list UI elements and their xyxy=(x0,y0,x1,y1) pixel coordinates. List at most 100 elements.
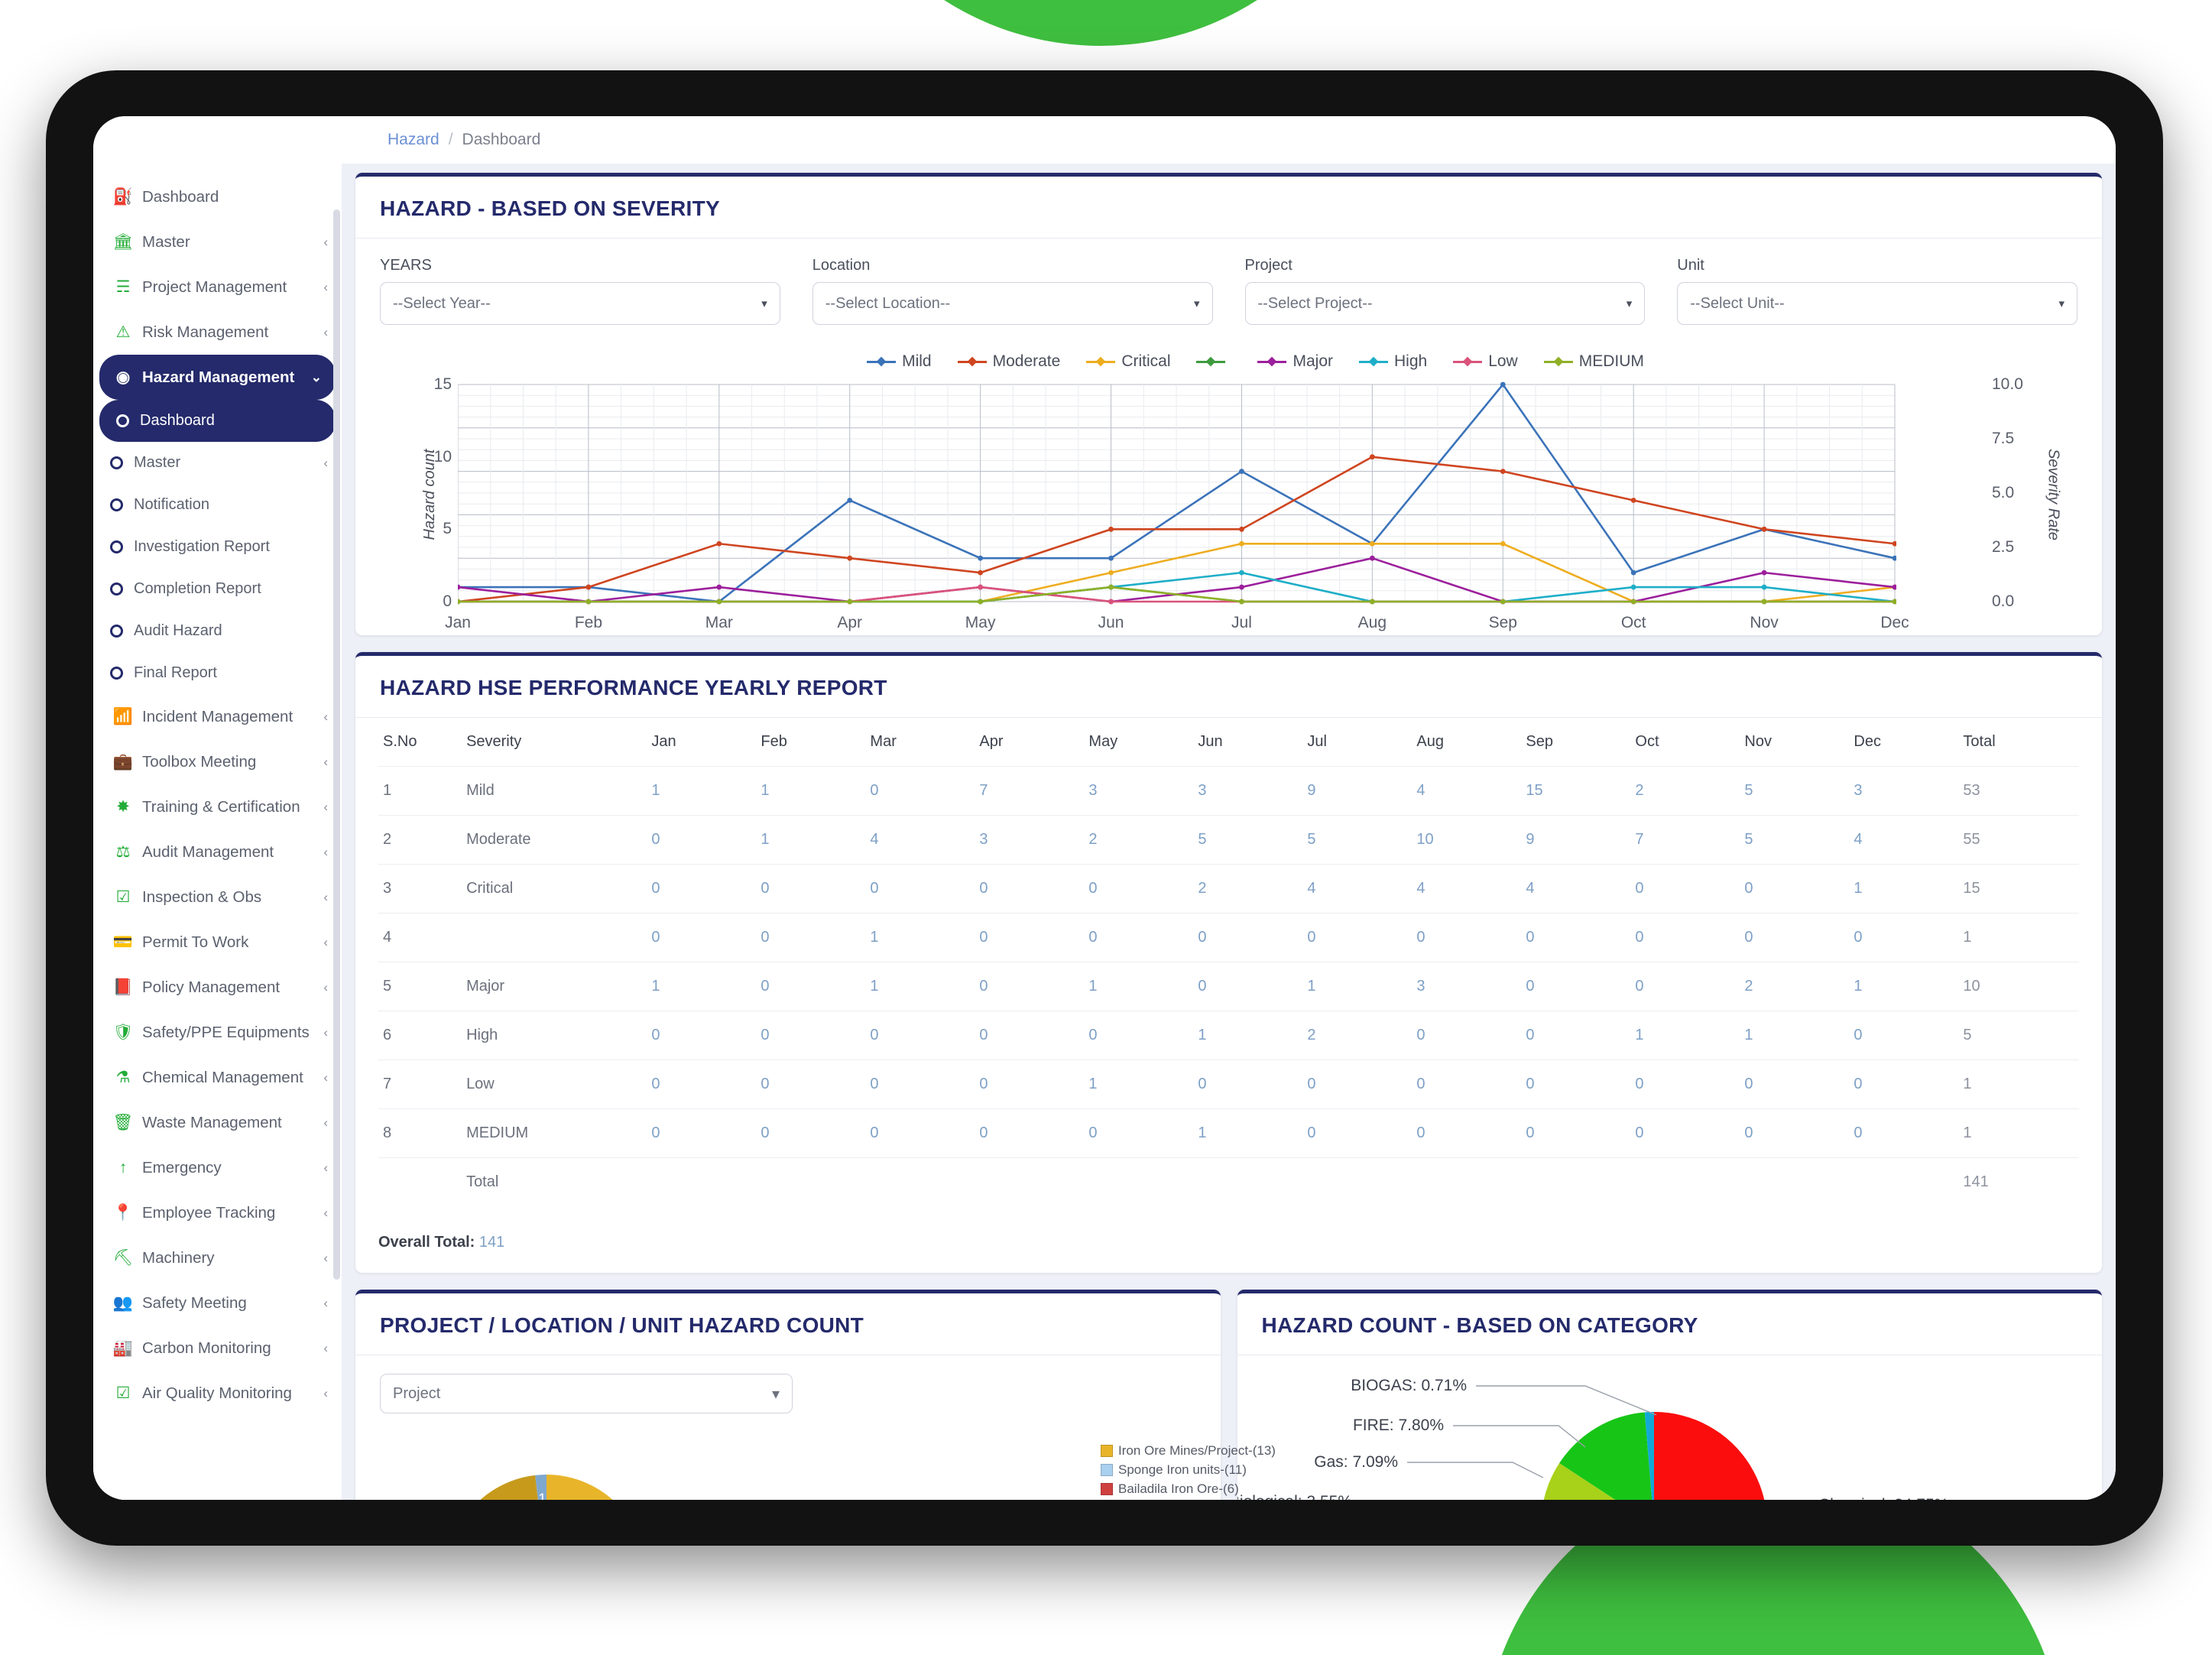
pie-slice-label: BIOGAS: 0.71% xyxy=(1351,1377,1467,1394)
sidebar-subitem-label: Final Report xyxy=(134,664,217,681)
series-point xyxy=(978,570,984,576)
legend-item-medium[interactable]: MEDIUM xyxy=(1543,352,1644,371)
sidebar-item-employee-tracking[interactable]: 📍 Employee Tracking ‹ xyxy=(93,1190,342,1235)
sidebar-item-waste-management[interactable]: 🗑 Waste Management ‹ xyxy=(93,1100,342,1145)
table-cell: 53 xyxy=(1958,766,2079,816)
sidebar-item-safety-ppe-equipments[interactable]: 🛡 Safety/PPE Equipments ‹ xyxy=(93,1010,342,1055)
series-point xyxy=(1892,555,1896,561)
table-cell: 0 xyxy=(1084,1011,1194,1060)
sidebar-subitem-label: Master xyxy=(134,454,181,471)
table-cell: 3 xyxy=(975,815,1085,865)
y-tick: 10 xyxy=(433,447,452,466)
legend-item-mild[interactable]: Mild xyxy=(867,352,932,371)
table-cell: 0 xyxy=(647,815,757,865)
legend-label: Moderate xyxy=(992,352,1061,370)
table-header-nov: Nov xyxy=(1744,733,1772,750)
sidebar-item-safety-meeting[interactable]: 👥 Safety Meeting ‹ xyxy=(93,1280,342,1326)
sidebar-item-carbon-monitoring[interactable]: 🏭 Carbon Monitoring ‹ xyxy=(93,1326,342,1371)
legend-item-major[interactable]: Major xyxy=(1257,352,1333,371)
chevron-left-icon: ‹ xyxy=(323,1069,328,1085)
sidebar-subitem-master[interactable]: Master ‹ xyxy=(93,442,342,484)
table-cell: 5 xyxy=(1958,1011,2079,1060)
sidebar-item-label: Air Quality Monitoring xyxy=(142,1384,292,1402)
unit-select[interactable]: --Select Unit-- ▾ xyxy=(1677,282,2077,325)
table-cell: 4 xyxy=(1412,766,1522,816)
sidebar-item-label: Hazard Management xyxy=(142,368,295,386)
y2-tick: 2.5 xyxy=(1992,538,2015,556)
year-select[interactable]: --Select Year-- ▾ xyxy=(380,282,780,325)
sidebar-scrollbar[interactable] xyxy=(333,209,340,1280)
sidebar-item-label: Training & Certification xyxy=(142,797,300,816)
sidebar-subitem-audit-hazard[interactable]: Audit Hazard xyxy=(93,610,342,652)
series-point xyxy=(458,599,461,605)
donut-slice[interactable] xyxy=(547,1475,646,1500)
table-header-oct: Oct xyxy=(1635,733,1659,750)
legend-item-critical[interactable]: Critical xyxy=(1086,352,1170,371)
series-point xyxy=(1108,599,1114,605)
bottom-row: PROJECT / LOCATION / UNIT HAZARD COUNT P… xyxy=(355,1290,2102,1500)
sidebar-item-emergency[interactable]: ↑ Emergency ‹ xyxy=(93,1145,342,1190)
sidebar-item-chemical-management[interactable]: ⚗ Chemical Management ‹ xyxy=(93,1055,342,1100)
chevron-left-icon: ‹ xyxy=(323,1385,328,1400)
legend-item-low[interactable]: Low xyxy=(1453,352,1518,371)
sidebar-item-project-management[interactable]: ☴ Project Management ‹ xyxy=(93,264,342,310)
sidebar-subitem-final-report[interactable]: Final Report xyxy=(93,652,342,694)
table-cell: 0 xyxy=(756,1108,866,1158)
sidebar-subitem-dashboard[interactable]: Dashboard xyxy=(99,400,336,442)
breadcrumb: Hazard / Dashboard xyxy=(93,116,2116,164)
sidebar-subitem-investigation-report[interactable]: Investigation Report xyxy=(93,526,342,568)
table-cell xyxy=(865,1157,975,1206)
trash-icon: 🗑 xyxy=(112,1114,134,1131)
table-cell: 1 xyxy=(1302,962,1413,1011)
sidebar-item-toolbox-meeting[interactable]: 💼 Toolbox Meeting ‹ xyxy=(93,739,342,784)
circle-icon xyxy=(110,667,123,680)
category-pie-chart: Chemical: 34.75% BIOGAS: 0.71% FIRE: 7.80%… xyxy=(1228,1377,1948,1500)
sidebar-item-label: Safety/PPE Equipments xyxy=(142,1023,310,1041)
series-point xyxy=(1369,555,1375,561)
sidebar-nav-list: ⛽ Dashboard 🏛 Master ‹ ☴ Project Management ‹ ⚠ R… xyxy=(93,174,342,1416)
series-point xyxy=(1108,584,1114,590)
location-select[interactable]: --Select Location-- ▾ xyxy=(812,282,1213,325)
sidebar-subitem-completion-report[interactable]: Completion Report xyxy=(93,568,342,610)
sidebar-item-policy-management[interactable]: 📕 Policy Management ‹ xyxy=(93,965,342,1010)
sidebar-item-training-certification[interactable]: ✸ Training & Certification ‹ xyxy=(93,784,342,829)
sidebar-item-machinery[interactable]: ⛏ Machinery ‹ xyxy=(93,1235,342,1280)
sidebar-item-risk-management[interactable]: ⚠ Risk Management ‹ xyxy=(93,310,342,355)
project-select[interactable]: --Select Project-- ▾ xyxy=(1244,282,1646,325)
sidebar-item-inspection-obs[interactable]: ☑ Inspection & Obs ‹ xyxy=(93,875,342,920)
filter-label: Project xyxy=(1244,257,1292,274)
sidebar: ⛽ Dashboard 🏛 Master ‹ ☴ Project Management ‹ ⚠ R… xyxy=(93,164,342,1500)
table-cell: 0 xyxy=(975,962,1085,1011)
x-tick: Jun xyxy=(1098,614,1124,631)
sidebar-item-dashboard[interactable]: ⛽ Dashboard xyxy=(93,174,342,219)
sidebar-item-hazard-management[interactable]: ◉ Hazard Management ⌄ xyxy=(99,355,336,400)
sidebar-item-permit-to-work[interactable]: 💳 Permit To Work ‹ xyxy=(93,920,342,965)
table-cell: 0 xyxy=(1412,1108,1522,1158)
sidebar-item-label: Audit Management xyxy=(142,842,274,861)
table-cell: 1 xyxy=(1740,1011,1850,1060)
table-cell xyxy=(462,913,647,962)
sidebar-item-air-quality-monitoring[interactable]: ☑ Air Quality Monitoring ‹ xyxy=(93,1371,342,1416)
table-cell: 0 xyxy=(647,1060,757,1109)
sidebar-item-label: Master xyxy=(142,232,190,251)
donut-slice[interactable] xyxy=(475,1475,541,1500)
series-point xyxy=(1630,498,1636,503)
sidebar-subitem-notification[interactable]: Notification xyxy=(93,484,342,526)
legend-item-moderate[interactable]: Moderate xyxy=(957,352,1061,371)
sidebar-item-incident-management[interactable]: 📶 Incident Management ‹ xyxy=(93,694,342,739)
breadcrumb-root[interactable]: Hazard xyxy=(388,131,439,149)
legend-item-unnamed-3[interactable] xyxy=(1196,352,1231,371)
table-cell: 0 xyxy=(865,1108,975,1158)
series-point xyxy=(1369,454,1375,460)
sidebar-item-master[interactable]: 🏛 Master ‹ xyxy=(93,219,342,264)
table-cell: 0 xyxy=(1084,864,1194,913)
series-point xyxy=(847,498,853,503)
table-cell: 0 xyxy=(756,1011,866,1060)
table-cell: MEDIUM xyxy=(462,1108,647,1158)
table-cell: Moderate xyxy=(462,815,647,865)
sidebar-item-audit-management[interactable]: ⚖ Audit Management ‹ xyxy=(93,829,342,875)
legend-item-high[interactable]: High xyxy=(1359,352,1427,371)
x-tick: Feb xyxy=(574,614,602,631)
chevron-down-icon: ▾ xyxy=(761,297,767,310)
project-scope-select[interactable]: Project ▾ xyxy=(380,1374,793,1413)
